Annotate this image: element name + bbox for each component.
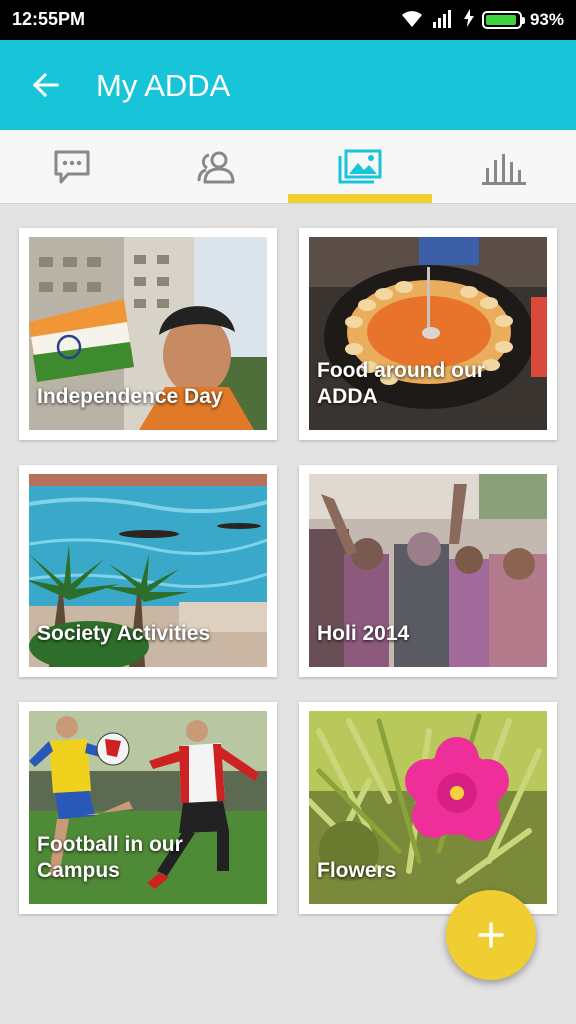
album-card-flowers[interactable]: Flowers — [299, 702, 557, 914]
tab-chat[interactable] — [0, 130, 144, 203]
status-bar: 12:55PM 93% — [0, 0, 576, 40]
album-photo: Holi 2014 — [309, 474, 547, 667]
album-card-society-activities[interactable]: Society Activities — [19, 465, 277, 677]
wifi-icon — [400, 8, 424, 33]
album-title: Football in our Campus — [37, 833, 183, 882]
tab-bar — [0, 130, 576, 204]
album-card-food[interactable]: Food around our ADDA — [299, 228, 557, 440]
app-bar: My ADDA — [0, 40, 576, 130]
gallery-icon — [338, 149, 382, 183]
tab-members[interactable] — [144, 130, 288, 203]
tab-stats[interactable] — [432, 130, 576, 203]
page-title: My ADDA — [96, 68, 231, 103]
album-title: Independence Day — [37, 385, 223, 408]
album-photo: Football in our Campus — [29, 711, 267, 904]
album-photo: Flowers — [309, 711, 547, 904]
album-photo: Independence Day — [29, 237, 267, 430]
album-photo: Society Activities — [29, 474, 267, 667]
album-title: Holi 2014 — [317, 622, 410, 645]
battery-icon — [481, 11, 525, 29]
add-album-button[interactable] — [446, 890, 536, 980]
status-icons: 93% — [400, 8, 564, 32]
tab-gallery[interactable] — [288, 130, 432, 203]
album-title: Food around our ADDA — [317, 359, 485, 408]
signal-icon — [432, 8, 456, 33]
back-arrow-icon — [32, 72, 59, 98]
album-title: Flowers — [317, 859, 397, 882]
album-photo: Food around our ADDA — [309, 237, 547, 430]
bar-chart-icon — [482, 153, 526, 185]
plus-icon — [478, 922, 504, 948]
chat-icon — [54, 150, 90, 183]
members-icon — [197, 151, 235, 183]
status-time: 12:55PM — [12, 9, 86, 29]
back-button[interactable] — [22, 62, 68, 108]
battery-percent: 93% — [529, 10, 564, 29]
album-card-holi-2014[interactable]: Holi 2014 — [299, 465, 557, 677]
album-card-football[interactable]: Football in our Campus — [19, 702, 277, 914]
charging-icon — [463, 8, 474, 32]
selected-tab-indicator — [288, 194, 432, 203]
album-title: Society Activities — [37, 622, 211, 645]
album-card-independence-day[interactable]: Independence Day — [19, 228, 277, 440]
